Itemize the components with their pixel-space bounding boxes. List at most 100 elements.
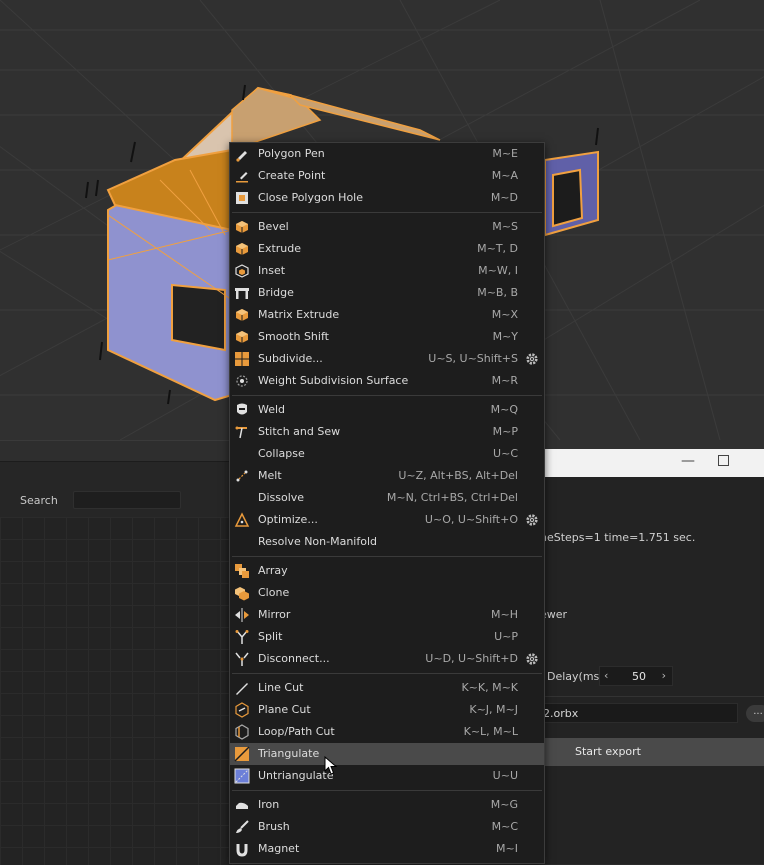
stitch-icon bbox=[234, 424, 250, 440]
menu-item-shortcut: U~S, U~Shift+S bbox=[428, 352, 518, 365]
menu-item-optimize[interactable]: Optimize... U~O, U~Shift+O bbox=[230, 509, 544, 531]
melt-icon bbox=[234, 468, 250, 484]
menu-item-label: Plane Cut bbox=[258, 703, 311, 716]
bridge-icon bbox=[234, 285, 250, 301]
menu-item-shortcut: K~J, M~J bbox=[469, 703, 518, 716]
node-grid-area[interactable] bbox=[0, 517, 232, 865]
menu-item-shortcut: K~K, M~K bbox=[461, 681, 518, 694]
menu-item-label: Mirror bbox=[258, 608, 291, 621]
blank-icon bbox=[234, 534, 250, 550]
menu-item-label: Disconnect... bbox=[258, 652, 330, 665]
menu-item-stitch-and-sew[interactable]: Stitch and Sew M~P bbox=[230, 421, 544, 443]
menu-item-magnet[interactable]: Magnet M~I bbox=[230, 838, 544, 860]
menu-item-melt[interactable]: Melt U~Z, Alt+BS, Alt+Del bbox=[230, 465, 544, 487]
menu-item-weight-subdivision-surface[interactable]: Weight Subdivision Surface M~R bbox=[230, 370, 544, 392]
iron-icon bbox=[234, 797, 250, 813]
menu-item-collapse[interactable]: Collapse U~C bbox=[230, 443, 544, 465]
magnet-icon bbox=[234, 841, 250, 857]
search-input[interactable] bbox=[73, 491, 181, 509]
menu-item-label: Create Point bbox=[258, 169, 326, 182]
menu-item-label: Iron bbox=[258, 798, 280, 811]
object-manager-panel: Search bbox=[0, 440, 232, 865]
menu-item-disconnect[interactable]: Disconnect... U~D, U~Shift+D bbox=[230, 648, 544, 670]
menu-item-shortcut: U~P bbox=[494, 630, 518, 643]
menu-item-label: Inset bbox=[258, 264, 286, 277]
menu-item-label: Matrix Extrude bbox=[258, 308, 340, 321]
maximize-button[interactable] bbox=[718, 455, 729, 466]
cube-icon bbox=[234, 307, 250, 323]
menu-item-close-polygon-hole[interactable]: Close Polygon Hole M~D bbox=[230, 187, 544, 209]
inset-cube-icon bbox=[234, 263, 250, 279]
brush-icon bbox=[234, 819, 250, 835]
menu-item-shortcut: M~B, B bbox=[477, 286, 518, 299]
menu-item-mirror[interactable]: Mirror M~H bbox=[230, 604, 544, 626]
delay-value[interactable]: 50 bbox=[624, 670, 654, 683]
dialog-titlebar[interactable]: — bbox=[510, 449, 764, 477]
chevron-right-icon[interactable]: › bbox=[662, 669, 666, 682]
minimize-button[interactable]: — bbox=[678, 453, 698, 471]
menu-item-extrude[interactable]: Extrude M~T, D bbox=[230, 238, 544, 260]
panel-tabstrip bbox=[0, 441, 232, 462]
start-export-button[interactable]: Start export bbox=[540, 738, 764, 766]
menu-item-label: Optimize... bbox=[258, 513, 318, 526]
menu-item-shortcut: M~D bbox=[490, 191, 518, 204]
menu-item-line-cut[interactable]: Line Cut K~K, M~K bbox=[230, 677, 544, 699]
gear-icon[interactable] bbox=[525, 513, 539, 527]
menu-item-label: Stitch and Sew bbox=[258, 425, 341, 438]
menu-item-polygon-pen[interactable]: Polygon Pen M~E bbox=[230, 143, 544, 165]
menu-item-plane-cut[interactable]: Plane Cut K~J, M~J bbox=[230, 699, 544, 721]
menu-item-shortcut: M~T, D bbox=[477, 242, 518, 255]
menu-item-create-point[interactable]: Create Point M~A bbox=[230, 165, 544, 187]
menu-item-bevel[interactable]: Bevel M~S bbox=[230, 216, 544, 238]
menu-item-shortcut: M~G bbox=[490, 798, 518, 811]
menu-item-clone[interactable]: Clone bbox=[230, 582, 544, 604]
triangulate-icon bbox=[234, 746, 250, 762]
menu-item-shortcut: M~Y bbox=[492, 330, 518, 343]
menu-item-label: Split bbox=[258, 630, 283, 643]
grid-orange-icon bbox=[234, 351, 250, 367]
browse-button[interactable]: ... bbox=[746, 705, 764, 722]
menu-item-resolve-non-manifold[interactable]: Resolve Non-Manifold bbox=[230, 531, 544, 553]
menu-item-weld[interactable]: Weld M~Q bbox=[230, 399, 544, 421]
menu-item-label: Magnet bbox=[258, 842, 300, 855]
disconnect-icon bbox=[234, 651, 250, 667]
knife-icon bbox=[234, 680, 250, 696]
menu-item-label: Subdivide... bbox=[258, 352, 323, 365]
menu-item-dissolve[interactable]: Dissolve M~N, Ctrl+BS, Ctrl+Del bbox=[230, 487, 544, 509]
menu-item-matrix-extrude[interactable]: Matrix Extrude M~X bbox=[230, 304, 544, 326]
gear-icon[interactable] bbox=[525, 652, 539, 666]
cube-icon bbox=[234, 241, 250, 257]
pen-point-icon bbox=[234, 168, 250, 184]
square-hole-icon bbox=[234, 190, 250, 206]
output-file-input[interactable] bbox=[540, 703, 738, 723]
menu-item-shortcut: M~C bbox=[491, 820, 518, 833]
menu-item-loop-path-cut[interactable]: Loop/Path Cut K~L, M~L bbox=[230, 721, 544, 743]
chevron-left-icon[interactable]: ‹ bbox=[604, 669, 608, 682]
menu-item-shortcut: U~O, U~Shift+O bbox=[424, 513, 518, 526]
menu-item-brush[interactable]: Brush M~C bbox=[230, 816, 544, 838]
menu-item-shortcut: M~S bbox=[492, 220, 518, 233]
menu-item-smooth-shift[interactable]: Smooth Shift M~Y bbox=[230, 326, 544, 348]
menu-item-array[interactable]: Array bbox=[230, 560, 544, 582]
menu-item-label: Smooth Shift bbox=[258, 330, 329, 343]
cube-icon bbox=[234, 329, 250, 345]
menu-item-shortcut: M~R bbox=[491, 374, 518, 387]
menu-item-shortcut: K~L, M~L bbox=[463, 725, 518, 738]
menu-item-triangulate[interactable]: Triangulate bbox=[230, 743, 544, 765]
menu-item-inset[interactable]: Inset M~W, I bbox=[230, 260, 544, 282]
menu-item-subdivide[interactable]: Subdivide... U~S, U~Shift+S bbox=[230, 348, 544, 370]
loop-cut-icon bbox=[234, 724, 250, 740]
menu-item-untriangulate[interactable]: Untriangulate U~U bbox=[230, 765, 544, 787]
mouse-cursor-icon bbox=[324, 756, 338, 775]
menu-item-bridge[interactable]: Bridge M~B, B bbox=[230, 282, 544, 304]
delay-stepper[interactable]: ‹ 50 › bbox=[599, 666, 673, 686]
menu-item-label: Extrude bbox=[258, 242, 302, 255]
untriangulate-icon bbox=[234, 768, 250, 784]
menu-item-label: Array bbox=[258, 564, 288, 577]
export-dialog: — neSteps=1 time=1.751 sec. ewer Delay(m… bbox=[510, 449, 764, 864]
blank-icon bbox=[234, 446, 250, 462]
menu-item-split[interactable]: Split U~P bbox=[230, 626, 544, 648]
menu-item-iron[interactable]: Iron M~G bbox=[230, 794, 544, 816]
gear-icon[interactable] bbox=[525, 352, 539, 366]
plane-cut-icon bbox=[234, 702, 250, 718]
